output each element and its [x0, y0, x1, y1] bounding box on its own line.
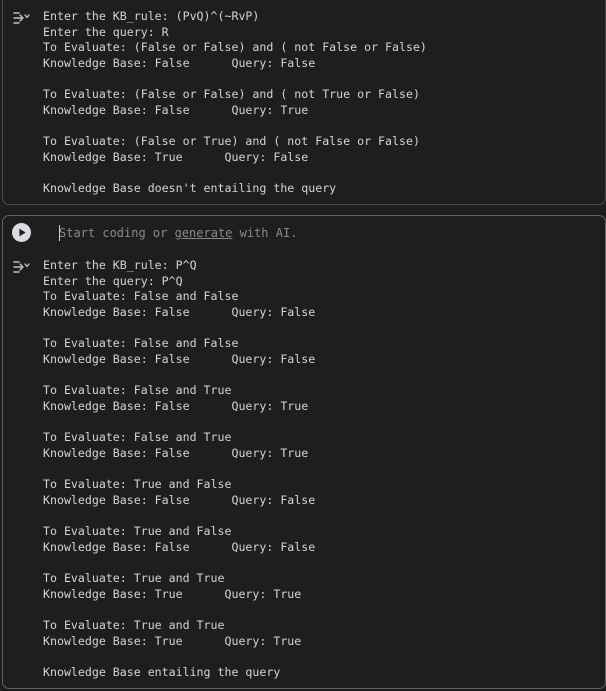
- output-line: Enter the query: R: [43, 24, 169, 39]
- code-input[interactable]: Start coding or generate with AI.: [47, 222, 599, 244]
- output-line: Knowledge Base: False Query: False: [43, 304, 316, 319]
- output-line: Knowledge Base: False Query: False: [43, 539, 316, 554]
- output-line: To Evaluate: False and True: [43, 430, 232, 445]
- output-line: ​: [43, 415, 601, 431]
- play-icon: [19, 228, 26, 237]
- output-line: ​: [43, 555, 601, 571]
- output-line: Knowledge Base: False Query: False: [43, 351, 316, 366]
- output-toggle-icon[interactable]: [12, 259, 30, 275]
- output-line: ​: [43, 321, 601, 337]
- output-line: Knowledge Base: False Query: True: [43, 398, 309, 413]
- output-line: Knowledge Base: False Query: False: [43, 492, 316, 507]
- output-line: ​: [43, 649, 601, 665]
- output-line: To Evaluate: False and True: [43, 383, 232, 398]
- output-line: Knowledge Base: True Query: True: [43, 633, 302, 648]
- output-line: Enter the query: P^Q: [43, 273, 183, 288]
- placeholder-suffix: with AI.: [232, 226, 298, 240]
- output-line: Enter the KB_rule: P^Q: [43, 258, 197, 272]
- output-line: Knowledge Base: False Query: False: [43, 55, 316, 70]
- output-line: Enter the KB_rule: (PvQ)^(~RvP): [43, 9, 260, 23]
- run-cell-button[interactable]: [12, 223, 31, 242]
- output-toggle-icon[interactable]: [12, 10, 30, 26]
- output-line: To Evaluate: True and True: [43, 618, 225, 633]
- output-line: Knowledge Base: False Query: True: [43, 102, 309, 117]
- output-line: Knowledge Base: True Query: False: [43, 149, 309, 164]
- output-line: Knowledge Base doesn't entailing the que…: [43, 181, 337, 196]
- output-line: To Evaluate: (False or False) and ( not …: [43, 87, 420, 102]
- output-line: To Evaluate: True and True: [43, 571, 225, 586]
- notebook-cell-1[interactable]: Enter the KB_rule: (PvQ)^(~RvP) Enter the…: [2, 0, 606, 205]
- output-line: ​: [43, 72, 601, 88]
- output-line: ​: [43, 119, 601, 135]
- notebook-cell-2[interactable]: Start coding or generate with AI. Enter …: [2, 215, 606, 689]
- cell-output: Enter the KB_rule: (PvQ)^(~RvP) Enter the…: [43, 9, 601, 197]
- cell-output: Enter the KB_rule: P^Q Enter the query: P…: [43, 258, 601, 681]
- output-line: ​: [43, 602, 601, 618]
- output-line: Knowledge Base: False Query: True: [43, 445, 309, 460]
- output-line: ​: [43, 509, 601, 525]
- placeholder-text: Start coding or: [59, 226, 175, 240]
- output-line: ​: [43, 368, 601, 384]
- code-row: Start coding or generate with AI.: [3, 216, 605, 249]
- output-line: To Evaluate: (False or False) and ( not …: [43, 40, 427, 55]
- output-line: To Evaluate: True and False: [43, 524, 232, 539]
- output-line: Knowledge Base: True Query: True: [43, 586, 302, 601]
- output-line: To Evaluate: False and False: [43, 289, 239, 304]
- output-line: ​: [43, 462, 601, 478]
- text-caret: [59, 225, 60, 241]
- generate-link[interactable]: generate: [175, 226, 233, 240]
- output-line: To Evaluate: False and False: [43, 336, 239, 351]
- output-line: To Evaluate: (False or True) and ( not F…: [43, 134, 420, 149]
- output-line: Knowledge Base entailing the query: [43, 665, 281, 680]
- output-line: To Evaluate: True and False: [43, 477, 232, 492]
- output-line: ​: [43, 166, 601, 182]
